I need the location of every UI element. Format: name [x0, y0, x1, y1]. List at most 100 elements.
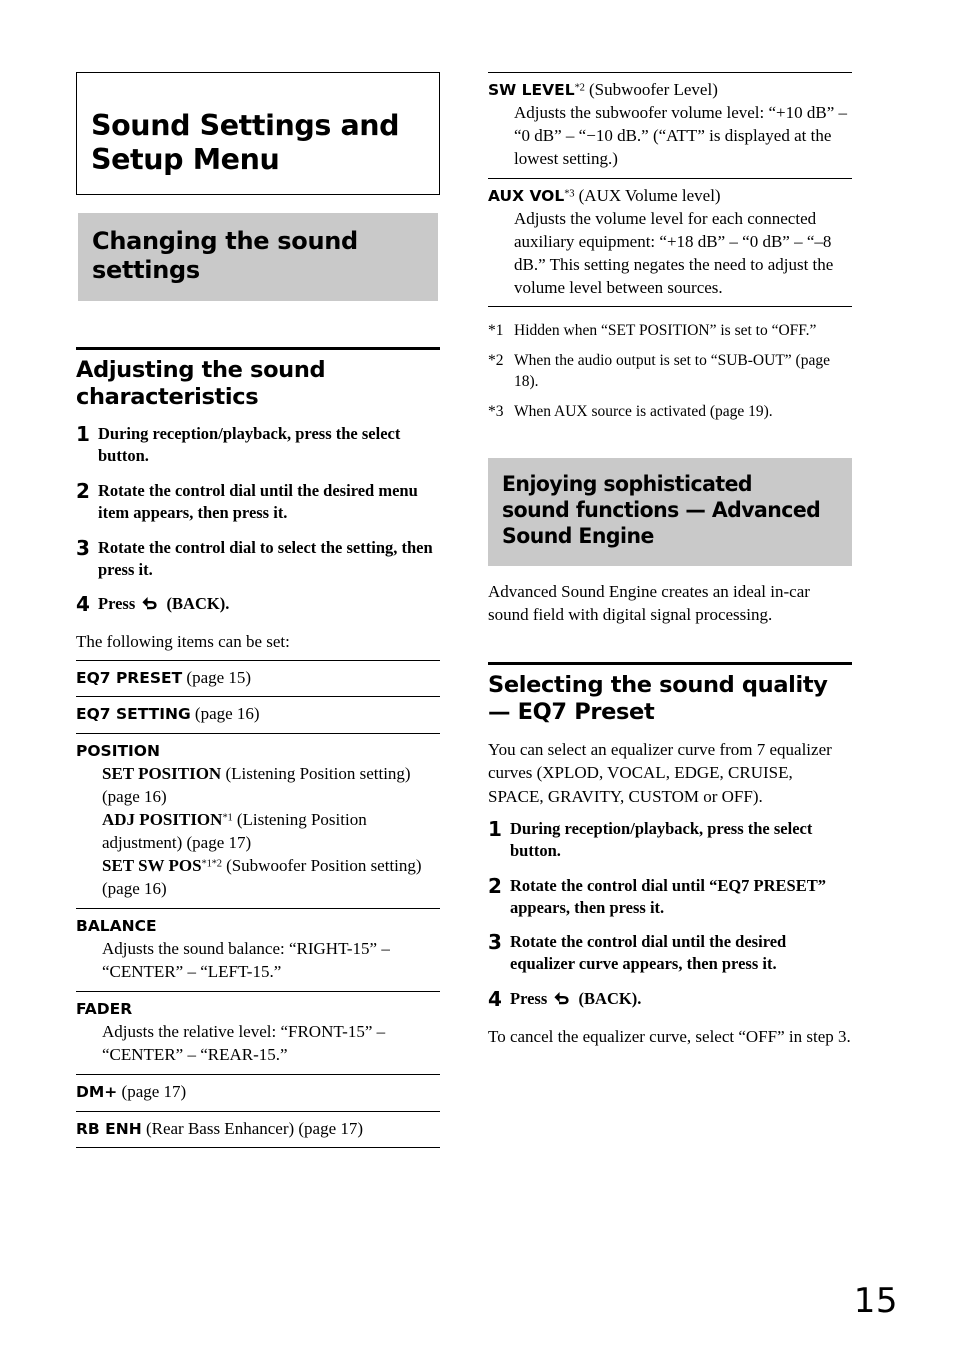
setting-suffix: (page 15) [182, 667, 252, 687]
footnote-marker: *1 [222, 812, 233, 824]
setting-name: BALANCE [76, 916, 157, 935]
step-text: Press (BACK). [510, 988, 852, 1012]
list-item[interactable]: FADER Adjusts the relative level: “FRONT… [76, 992, 440, 1075]
left-column: Sound Settings and Setup Menu Changing t… [76, 72, 440, 1149]
setting-name-row: FADER [76, 998, 440, 1021]
step-number: 1 [76, 421, 90, 446]
list-item[interactable]: AUX VOL*3 (AUX Volume level) Adjusts the… [488, 179, 852, 308]
section-adjusting-sound-characteristics: Adjusting the sound characteristics 1 Du… [76, 346, 440, 654]
setting-name: POSITION [76, 742, 160, 761]
setting-description: Adjusts the relative level: “FRONT-15” –… [102, 1021, 386, 1064]
footnote-marker: *1 [488, 322, 504, 340]
sub-setting: SET POSITION (Listening Position setting… [76, 763, 440, 809]
sub-setting-name: SET SW POS [102, 856, 202, 876]
section-banner-advanced-sound-engine: Enjoying sophisticated sound functions —… [488, 457, 852, 567]
banner-intro-text: Advanced Sound Engine creates an ideal i… [488, 582, 810, 625]
step-item: 4 Press (BACK). [76, 593, 440, 617]
setting-description: Adjusts the sound balance: “RIGHT-15” – … [102, 938, 390, 981]
step-item: 2 Rotate the control dial until “EQ7 PRE… [488, 873, 852, 919]
list-item[interactable]: EQ7 PRESET (page 15) [76, 661, 440, 698]
step-text-suffix: (BACK). [578, 989, 642, 1009]
footnote-marker: *2 [574, 82, 585, 94]
step-item: 1 During reception/playback, press the s… [76, 421, 440, 467]
footnote-text: When AUX source is activated (page 19). [514, 402, 773, 420]
footnote-item: *2 When the audio output is set to “SUB-… [488, 351, 852, 393]
footnote-marker: *2 [488, 352, 504, 370]
list-item[interactable]: EQ7 SETTING (page 16) [76, 697, 440, 735]
footnote-marker: *1*2 [201, 858, 222, 870]
step-text-prefix: Press [98, 594, 136, 614]
step-number: 3 [488, 930, 502, 955]
step-text-suffix: (BACK). [166, 594, 230, 614]
footnote-marker: *3 [488, 402, 504, 420]
footnote-item: *1 Hidden when “SET POSITION” is set to … [488, 321, 852, 342]
setting-name: DM+ [76, 1082, 118, 1101]
items-intro-text: The following items can be set: [76, 632, 290, 652]
setting-name-row: DM+ (page 17) [76, 1081, 440, 1104]
sound-settings-list-continued: SW LEVEL*2 (Subwoofer Level) Adjusts the… [488, 72, 852, 308]
footnote-text: Hidden when “SET POSITION” is set to “OF… [514, 322, 817, 340]
banner-title: Enjoying sophisticated sound functions —… [502, 471, 821, 549]
sound-settings-list: EQ7 PRESET (page 15) EQ7 SETTING (page 1… [76, 659, 440, 1149]
step-text: Rotate the control dial until the desire… [98, 480, 418, 522]
sub-setting: ADJ POSITION*1 (Listening Position adjus… [76, 809, 440, 855]
setting-name-row: AUX VOL*3 (AUX Volume level) [488, 185, 852, 208]
section-outro-text: To cancel the equalizer curve, select “O… [488, 1027, 851, 1047]
sub-setting: SET SW POS*1*2 (Subwoofer Position setti… [76, 855, 440, 901]
setting-name-row: EQ7 PRESET (page 15) [76, 667, 440, 690]
back-arrow-icon [554, 990, 571, 1012]
step-number: 2 [76, 478, 90, 503]
footnotes-block: *1 Hidden when “SET POSITION” is set to … [488, 321, 852, 422]
step-text: Press (BACK). [98, 593, 440, 617]
step-number: 2 [488, 873, 502, 898]
list-item[interactable]: POSITION SET POSITION (Listening Positio… [76, 734, 440, 909]
manual-page: Sound Settings and Setup Menu Changing t… [0, 0, 954, 1352]
list-item[interactable]: SW LEVEL*2 (Subwoofer Level) Adjusts the… [488, 73, 852, 179]
setting-name-row: SW LEVEL*2 (Subwoofer Level) [488, 79, 852, 102]
step-text: During reception/playback, press the sel… [510, 818, 813, 860]
setting-suffix: (AUX Volume level) [574, 185, 721, 205]
step-item: 2 Rotate the control dial until the desi… [76, 478, 440, 524]
section-heading: Adjusting the sound characteristics [76, 356, 326, 410]
step-text: Rotate the control dial to select the se… [98, 537, 433, 579]
footnote-text: When the audio output is set to “SUB-OUT… [514, 352, 830, 390]
footnote-item: *3 When AUX source is activated (page 19… [488, 402, 852, 423]
setting-name: AUX VOL [488, 186, 565, 205]
section-heading: Selecting the sound quality — EQ7 Preset [488, 672, 828, 726]
setting-suffix: (page 16) [190, 704, 260, 724]
steps-list-eq7-preset: 1 During reception/playback, press the s… [488, 817, 852, 1013]
step-item: 1 During reception/playback, press the s… [488, 817, 852, 862]
step-text: Rotate the control dial until “EQ7 PRESE… [510, 875, 826, 917]
page-number: 15 [853, 1281, 898, 1321]
step-number: 4 [488, 987, 502, 1012]
setting-name: FADER [76, 999, 133, 1018]
setting-name: EQ7 PRESET [76, 668, 183, 687]
step-item: 3 Rotate the control dial to select the … [76, 535, 440, 581]
steps-list-adjusting: 1 During reception/playback, press the s… [76, 421, 440, 618]
setting-suffix: (Rear Bass Enhancer) (page 17) [141, 1118, 364, 1138]
setting-name: RB ENH [76, 1119, 142, 1138]
setting-name-row: EQ7 SETTING (page 16) [76, 703, 440, 726]
step-text: Rotate the control dial until the desire… [510, 932, 787, 974]
setting-name-row: POSITION [76, 740, 440, 763]
list-item[interactable]: DM+ (page 17) [76, 1075, 440, 1112]
section-banner-changing-sound-settings: Changing the sound settings [78, 213, 438, 301]
step-item: 4 Press (BACK). [488, 988, 852, 1012]
setting-description: Adjusts the volume level for each connec… [514, 208, 834, 297]
setting-name: SW LEVEL [488, 81, 575, 99]
setting-description: Adjusts the subwoofer volume level: “+10… [514, 102, 848, 168]
page-title: Sound Settings and Setup Menu [91, 109, 400, 176]
sub-setting-name: SET POSITION [102, 764, 222, 784]
list-item[interactable]: BALANCE Adjusts the sound balance: “RIGH… [76, 909, 440, 992]
chapter-title-box: Sound Settings and Setup Menu [76, 72, 440, 196]
setting-name-row: BALANCE [76, 915, 440, 938]
setting-name-row: RB ENH (Rear Bass Enhancer) (page 17) [76, 1118, 440, 1141]
setting-suffix: (page 17) [117, 1081, 187, 1101]
step-number: 3 [76, 535, 90, 560]
section-intro-text: You can select an equalizer curve from 7… [488, 740, 832, 806]
list-item[interactable]: RB ENH (Rear Bass Enhancer) (page 17) [76, 1112, 440, 1149]
